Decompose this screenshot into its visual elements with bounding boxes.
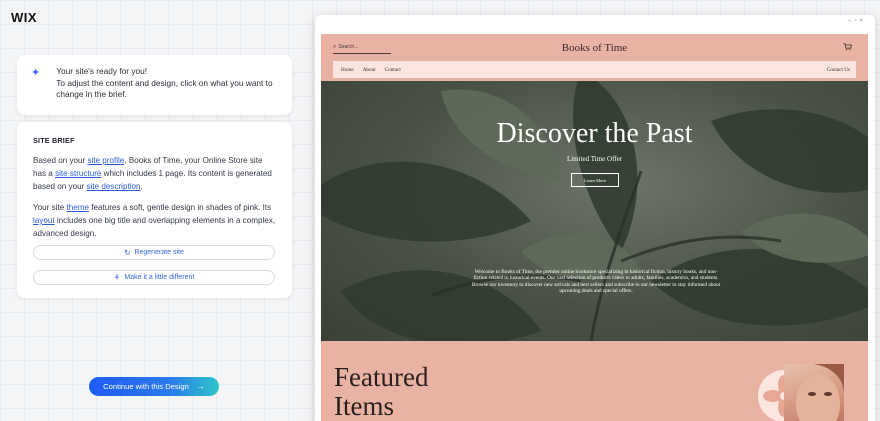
- close-icon[interactable]: ×: [859, 18, 866, 24]
- portrait-image[interactable]: [784, 364, 844, 421]
- site-brief-heading: SITE BRIEF: [33, 136, 75, 145]
- cart-icon[interactable]: [843, 43, 852, 53]
- featured-items-heading[interactable]: Featured Items: [334, 363, 428, 421]
- nav-home[interactable]: Home: [341, 67, 354, 73]
- brief-paragraph-1: Based on your site profile, Books of Tim…: [33, 154, 276, 194]
- wix-logo: WIX: [11, 10, 38, 25]
- sparkle-icon: ✦: [31, 67, 41, 79]
- site-description-link[interactable]: site description: [87, 182, 141, 191]
- featured-line-1: Featured: [334, 362, 429, 392]
- nav-contact-us[interactable]: Contact Us: [827, 67, 850, 73]
- portrait-face: [796, 364, 844, 421]
- featured-line-2: Items: [334, 391, 394, 421]
- brief-paragraph-2: Your site theme features a soft, gentle …: [33, 201, 276, 241]
- ready-body: To adjust the content and design, click …: [56, 77, 273, 100]
- site-brief-card: SITE BRIEF Based on your site profile, B…: [17, 122, 292, 298]
- continue-label: Continue with this Design: [103, 382, 189, 391]
- brief-text: .: [140, 182, 143, 192]
- nav-about[interactable]: About: [363, 67, 376, 73]
- window-controls: –▫×: [848, 18, 866, 24]
- site-nav-bar: Home About Contact Contact Us: [333, 61, 856, 78]
- site-header: ⌕ Search... Books of Time: [333, 34, 856, 61]
- hero-description[interactable]: Welcome to Books of Time, the premier on…: [471, 269, 721, 294]
- regenerate-label: Regenerate site: [134, 249, 184, 256]
- site-preview-window: –▫× ⌕ Search... Books of Time Home About …: [315, 15, 875, 421]
- brief-text: features a soft, gentle design in shades…: [88, 202, 272, 212]
- site-profile-link[interactable]: site profile: [87, 156, 124, 165]
- arrow-right-icon: →: [196, 382, 205, 391]
- site-ready-card: ✦ Your site's ready for you! To adjust t…: [17, 55, 292, 115]
- ready-title: Your site's ready for you!: [56, 66, 148, 76]
- theme-link[interactable]: theme: [66, 203, 89, 212]
- refresh-icon: ↻: [124, 248, 131, 257]
- hero-title[interactable]: Discover the Past: [321, 118, 868, 150]
- brief-text: includes one big title and overlapping e…: [33, 215, 276, 239]
- learn-more-button[interactable]: Learn More: [571, 173, 619, 187]
- brief-text: Based on your: [33, 156, 88, 165]
- site-title[interactable]: Books of Time: [333, 42, 856, 54]
- make-different-label: Make it a little different: [124, 274, 195, 281]
- hero-subtitle[interactable]: Limited Time Offer: [321, 155, 868, 163]
- brief-text: Your site: [33, 202, 67, 212]
- site-preview[interactable]: ⌕ Search... Books of Time Home About Cont…: [321, 34, 868, 421]
- continue-design-button[interactable]: Continue with this Design →: [89, 377, 219, 396]
- regenerate-site-button[interactable]: ↻ Regenerate site: [33, 245, 275, 260]
- layout-link[interactable]: layout: [33, 216, 55, 225]
- nav-contact[interactable]: Contact: [385, 67, 401, 73]
- shuffle-icon: ⚘: [113, 273, 121, 282]
- hero-section[interactable]: Discover the Past Limited Time Offer Lea…: [321, 81, 868, 341]
- make-different-button[interactable]: ⚘ Make it a little different: [33, 270, 275, 285]
- site-structure-link[interactable]: site structure: [55, 169, 101, 178]
